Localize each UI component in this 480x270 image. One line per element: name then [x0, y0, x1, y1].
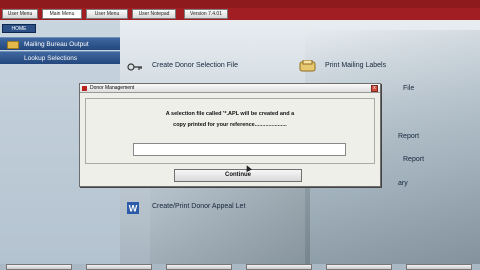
tab-user-menu[interactable]: User Menu	[2, 9, 38, 19]
menu-print-mailing-labels[interactable]: Print Mailing Labels	[325, 62, 386, 69]
app-icon	[82, 86, 87, 91]
home-button[interactable]: HOME	[2, 24, 36, 33]
menu-create-print-donor-appeal[interactable]: Create/Print Donor Appeal Let	[152, 203, 245, 210]
folder-icon	[7, 41, 19, 49]
bottom-bar	[0, 264, 480, 270]
key-chain-icon	[127, 63, 142, 71]
dialog-message-line1: A selection file called '*.APL will be c…	[165, 111, 295, 117]
bottom-button-1[interactable]	[6, 264, 72, 270]
labels-icon	[299, 60, 316, 72]
close-icon[interactable]: x	[371, 85, 378, 92]
bottom-button-6[interactable]	[406, 264, 472, 270]
menu-item-partial-ary[interactable]: ary	[398, 180, 408, 187]
tab-version: Version 7.4.01	[184, 9, 228, 19]
dialog-title: Donor Management	[90, 85, 135, 91]
tab-user-menu-2[interactable]: User Menu	[86, 9, 128, 19]
filename-input[interactable]	[133, 143, 346, 156]
donor-management-dialog: Donor Management x A selection file call…	[79, 83, 381, 187]
sidebar-item-label: Lookup Selections	[24, 55, 78, 62]
bottom-button-4[interactable]	[246, 264, 312, 270]
svg-text:W: W	[129, 204, 138, 214]
sidebar-item-mailing-bureau-output[interactable]: Mailing Bureau Output	[0, 37, 120, 50]
menu-create-donor-selection-file[interactable]: Create Donor Selection File	[152, 62, 238, 69]
menu-item-partial-report[interactable]: Report	[398, 133, 419, 140]
menu-item-partial-report-2[interactable]: Report	[403, 156, 424, 163]
sidebar-item-lookup-selections[interactable]: Lookup Selections	[0, 51, 120, 64]
word-document-icon: W	[127, 202, 139, 214]
dialog-title-bar: Donor Management x	[80, 84, 380, 93]
sidebar-item-label: Mailing Bureau Output	[24, 41, 89, 48]
bottom-button-2[interactable]	[86, 264, 152, 270]
dialog-message-line2: copy printed for your reference.........…	[173, 122, 287, 128]
continue-button[interactable]: Continue	[174, 169, 302, 182]
menu-tab-bar: User Menu Main Menu User Menu User Notep…	[0, 8, 480, 20]
menu-item-partial-file[interactable]: File	[403, 85, 414, 92]
bottom-button-5[interactable]	[326, 264, 392, 270]
tab-user-notepad[interactable]: User Notepad	[132, 9, 176, 19]
tab-main-menu[interactable]: Main Menu	[42, 9, 82, 19]
bottom-button-3[interactable]	[166, 264, 232, 270]
app-title-bar	[0, 0, 480, 8]
